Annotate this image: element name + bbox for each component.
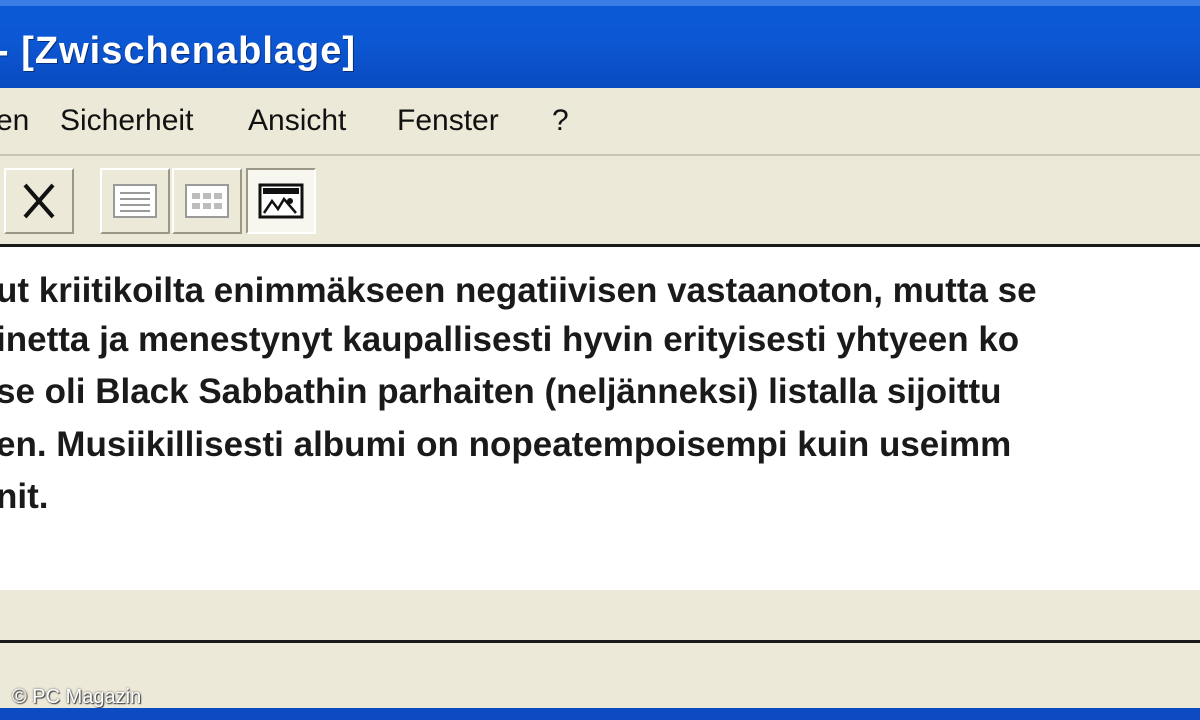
delete-button[interactable] xyxy=(4,168,74,234)
watermark: © PC Magazin xyxy=(12,686,142,708)
table-view-button[interactable] xyxy=(172,168,242,234)
menu-item-fenster[interactable]: Fenster xyxy=(397,104,499,138)
menu-item-ansicht[interactable]: Ansicht xyxy=(248,104,346,138)
content-line-4: en. Musiikillisesti albumi on nopeatempo… xyxy=(0,425,1012,464)
title-bar[interactable]: - [Zwischenablage] xyxy=(0,0,1200,88)
menu-item-help[interactable]: ? xyxy=(552,104,569,138)
table-view-icon xyxy=(185,184,229,218)
image-view-icon xyxy=(258,183,304,219)
window-title: - [Zwischenablage] xyxy=(0,30,357,72)
clipboard-content[interactable]: ut kriitikoilta enimmäkseen negatiivisen… xyxy=(0,244,1200,590)
image-view-button[interactable] xyxy=(246,168,316,234)
bottom-panel xyxy=(0,643,1200,708)
delete-icon xyxy=(23,183,55,219)
content-line-3: se oli Black Sabbathin parhaiten (neljän… xyxy=(0,372,1002,411)
toolbar xyxy=(0,156,1200,244)
menu-item-partial[interactable]: en xyxy=(0,104,29,138)
lower-panel xyxy=(0,590,1200,640)
list-view-icon xyxy=(113,184,157,218)
menu-item-sicherheit[interactable]: Sicherheit xyxy=(60,104,193,138)
list-view-button[interactable] xyxy=(100,168,170,234)
content-line-1: ut kriitikoilta enimmäkseen negatiivisen… xyxy=(0,271,1037,310)
menu-bar: en Sicherheit Ansicht Fenster ? xyxy=(0,88,1200,156)
content-line-2: inetta ja menestynyt kaupallisesti hyvin… xyxy=(0,320,1020,359)
content-line-5: nit. xyxy=(0,477,49,516)
taskbar-strip xyxy=(0,708,1200,720)
